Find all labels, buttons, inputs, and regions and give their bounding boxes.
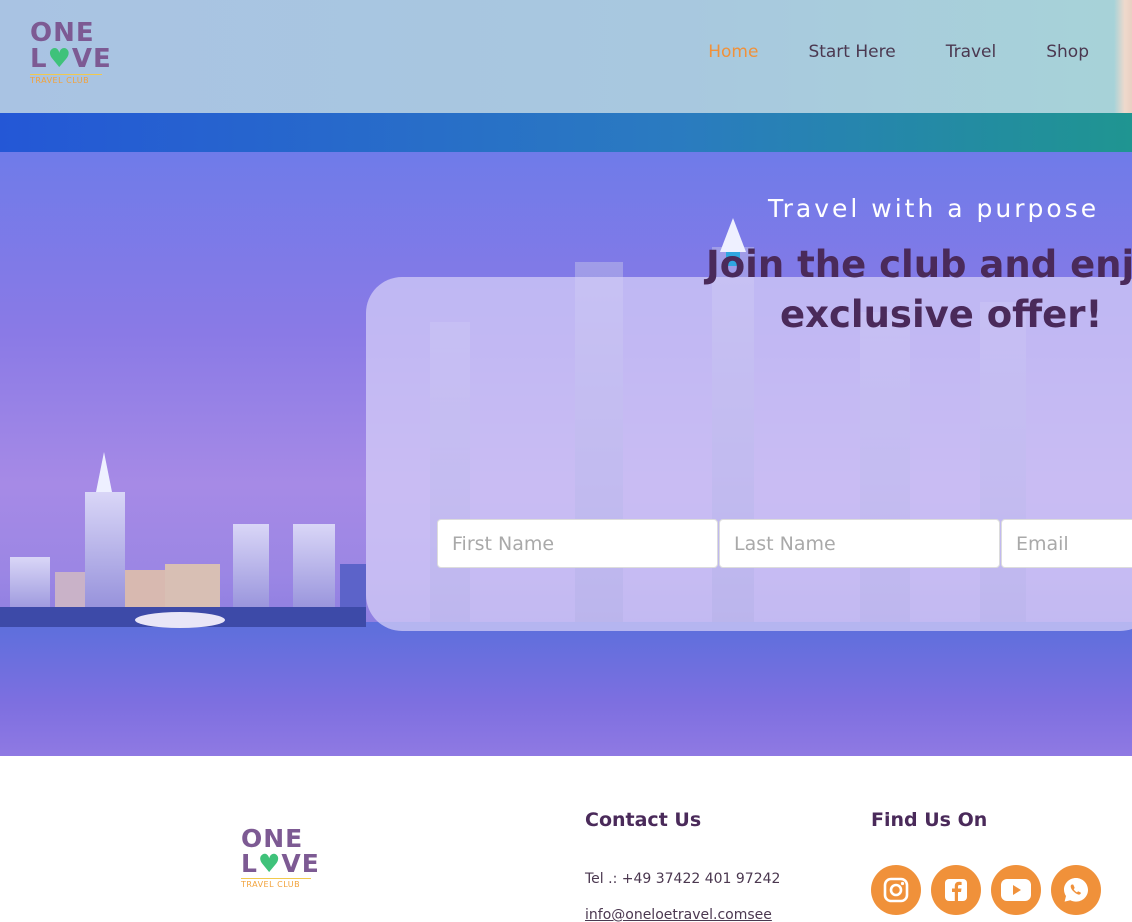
logo-letter-l: L: [30, 44, 48, 74]
instagram-icon: [883, 877, 909, 903]
footer-logo[interactable]: ONE L♥VE TRAVEL CLUB: [241, 824, 319, 889]
site-header: ONE L♥VE TRAVEL CLUB Home Start Here Tra…: [0, 0, 1132, 113]
nav-item-shop[interactable]: Shop: [1046, 42, 1089, 62]
heart-icon: ♥: [47, 44, 72, 74]
gradient-band: [0, 113, 1132, 152]
social-heading: Find Us On: [871, 809, 988, 831]
logo-word-one: ONE: [30, 18, 95, 48]
nav-item-start-here[interactable]: Start Here: [808, 42, 895, 62]
logo-subtitle: TRAVEL CLUB: [30, 74, 102, 85]
nav-item-travel[interactable]: Travel: [946, 42, 997, 62]
logo-letter-l: L: [241, 849, 258, 878]
main-nav: Home Start Here Travel Shop: [708, 42, 1089, 62]
logo-word-love: L♥VE: [241, 849, 319, 878]
social-links: [871, 865, 1101, 915]
facebook-link[interactable]: [931, 865, 981, 915]
contact-heading: Contact Us: [585, 809, 702, 831]
logo-letters-ve: VE: [71, 44, 112, 74]
heart-icon: ♥: [257, 849, 282, 878]
last-name-input[interactable]: [719, 519, 1000, 568]
site-footer: ONE L♥VE TRAVEL CLUB Contact Us Tel .: +…: [0, 756, 1132, 922]
logo-letters-ve: VE: [281, 849, 320, 878]
logo-word-one: ONE: [241, 824, 304, 853]
hero-headline: Join the club and enjoy exclusive offer!: [700, 240, 1132, 340]
site-logo[interactable]: ONE L♥VE TRAVEL CLUB: [30, 18, 111, 85]
youtube-icon: [1001, 879, 1031, 901]
instagram-link[interactable]: [871, 865, 921, 915]
first-name-input[interactable]: [437, 519, 718, 568]
facebook-icon: [945, 879, 967, 901]
logo-subtitle: TRAVEL CLUB: [241, 878, 311, 889]
contact-email-link[interactable]: info@oneloetravel.comsee: [585, 907, 772, 922]
nav-item-home[interactable]: Home: [708, 42, 758, 62]
hero-tagline: Travel with a purpose: [768, 194, 1100, 223]
whatsapp-icon: [1064, 878, 1088, 902]
contact-phone: Tel .: +49 37422 401 97242: [585, 871, 781, 887]
header-edge: [1114, 0, 1132, 113]
youtube-link[interactable]: [991, 865, 1041, 915]
hero-headline-line1: Join the club and enjoy: [706, 243, 1132, 286]
whatsapp-link[interactable]: [1051, 865, 1101, 915]
logo-word-love: L♥VE: [30, 44, 111, 74]
hero-headline-line2: exclusive offer!: [780, 293, 1103, 336]
email-input[interactable]: [1001, 519, 1132, 568]
